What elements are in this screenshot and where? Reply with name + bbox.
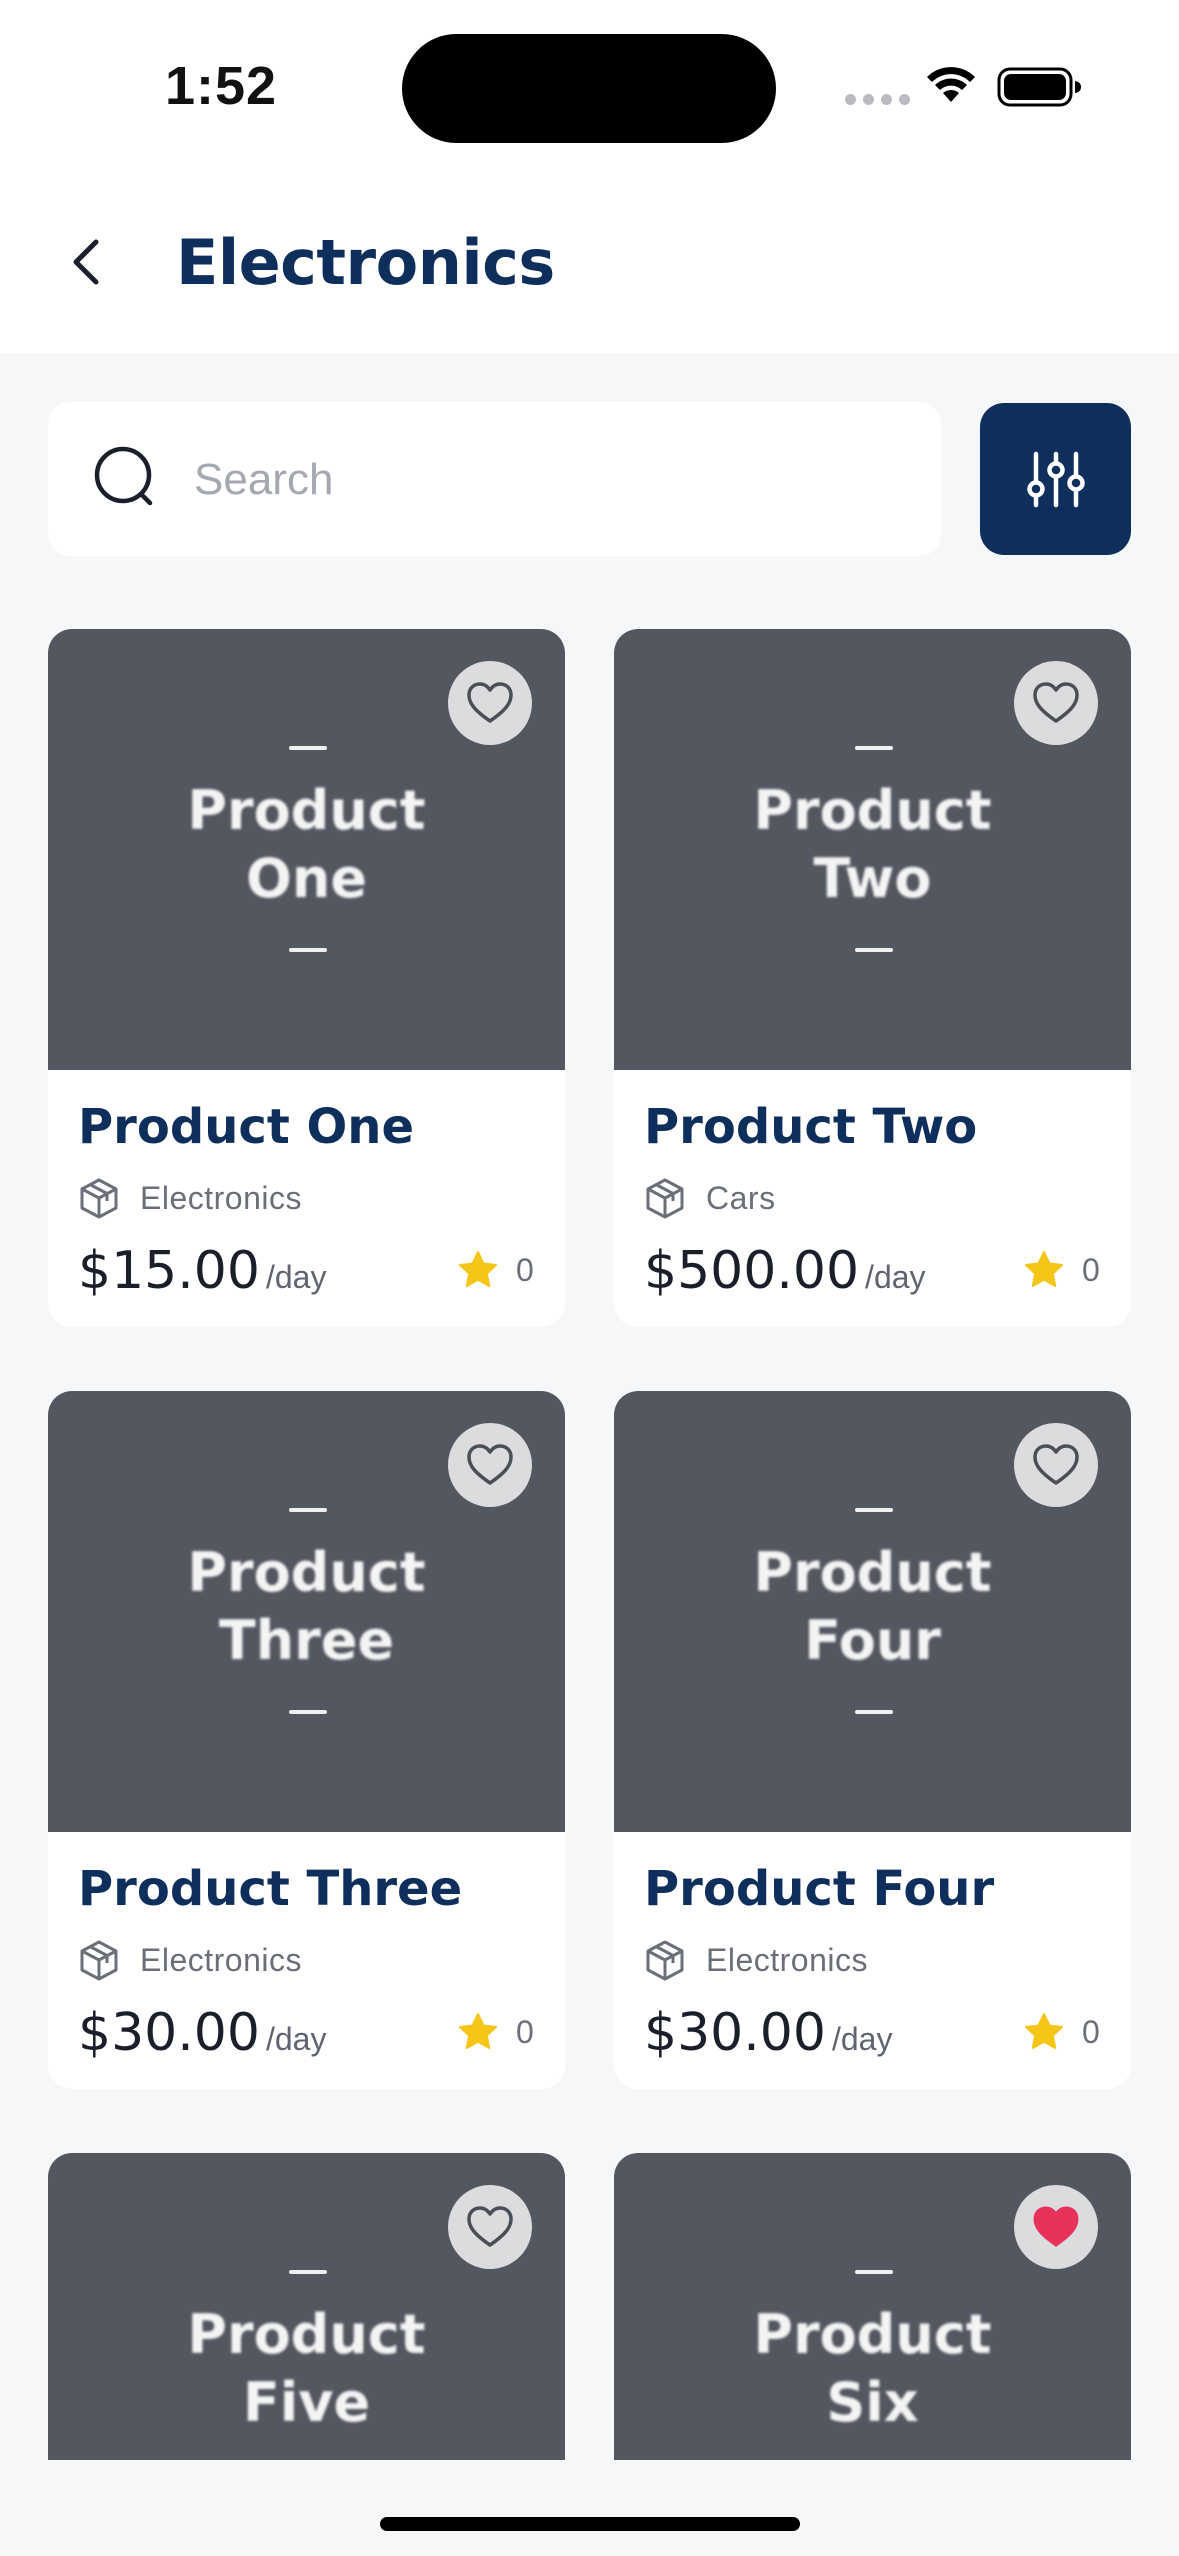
status-bar: 1:52 xyxy=(0,0,1179,170)
favorite-button[interactable] xyxy=(448,661,532,745)
package-icon xyxy=(646,1178,684,1219)
package-icon xyxy=(80,1940,118,1981)
home-indicator[interactable] xyxy=(380,2517,800,2531)
heart-icon xyxy=(467,1444,513,1485)
star-icon xyxy=(1025,2013,1063,2049)
search-input[interactable] xyxy=(192,442,896,518)
filter-sliders-icon xyxy=(1026,451,1085,508)
product-name: Product Three xyxy=(78,1861,463,1917)
package-icon xyxy=(80,1178,118,1219)
product-rating: 0 xyxy=(1024,2013,1100,2051)
product-rating: 0 xyxy=(1024,1251,1100,1289)
star-icon xyxy=(459,2013,497,2049)
status-time: 1:52 xyxy=(165,56,278,116)
favorite-button[interactable] xyxy=(448,1423,532,1507)
favorite-button[interactable] xyxy=(1014,1423,1098,1507)
product-rating: 0 xyxy=(458,1251,534,1289)
product-card[interactable]: Product One Product One Electronics $15.… xyxy=(48,629,565,1327)
product-name: Product One xyxy=(78,1099,414,1155)
product-name: Product Two xyxy=(644,1099,978,1155)
heart-icon xyxy=(1033,682,1079,723)
favorite-button[interactable] xyxy=(448,2185,532,2269)
dynamic-island xyxy=(402,34,776,143)
product-card[interactable]: Product Four Product Four Electronics $3… xyxy=(614,1391,1131,2089)
product-category: Electronics xyxy=(644,1939,868,1981)
search-icon xyxy=(94,446,153,506)
battery-icon xyxy=(997,67,1081,107)
wifi-icon xyxy=(927,67,975,102)
product-category: Electronics xyxy=(78,1177,302,1219)
product-card[interactable]: Product Six xyxy=(614,2153,1131,2460)
product-category: Electronics xyxy=(78,1939,302,1981)
product-rating: 0 xyxy=(458,2013,534,2051)
product-card[interactable]: Product Two Product Two Cars $500.00 /da… xyxy=(614,629,1131,1327)
favorite-button[interactable] xyxy=(1014,661,1098,745)
heart-filled-icon xyxy=(1033,2206,1079,2247)
package-icon xyxy=(646,1940,684,1981)
product-price: $30.00 /day xyxy=(644,2003,893,2063)
product-price: $500.00 /day xyxy=(644,1241,926,1301)
product-name: Product Four xyxy=(644,1861,995,1917)
search-bar xyxy=(48,402,941,556)
star-icon xyxy=(1025,1251,1063,1287)
heart-icon xyxy=(467,682,513,723)
app-header: Electronics xyxy=(0,170,1179,353)
product-price: $15.00 /day xyxy=(78,1241,327,1301)
heart-icon xyxy=(1033,1444,1079,1485)
filter-button[interactable] xyxy=(980,403,1131,555)
product-card[interactable]: Product Three Product Three Electronics … xyxy=(48,1391,565,2089)
page-title: Electronics xyxy=(176,226,555,299)
star-icon xyxy=(459,1251,497,1287)
product-price: $30.00 /day xyxy=(78,2003,327,2063)
product-category: Cars xyxy=(644,1177,776,1219)
cellular-signal-icon xyxy=(845,94,910,105)
back-chevron-icon[interactable] xyxy=(58,232,118,292)
heart-icon xyxy=(467,2206,513,2247)
product-card[interactable]: Product Five xyxy=(48,2153,565,2460)
favorite-button[interactable] xyxy=(1014,2185,1098,2269)
